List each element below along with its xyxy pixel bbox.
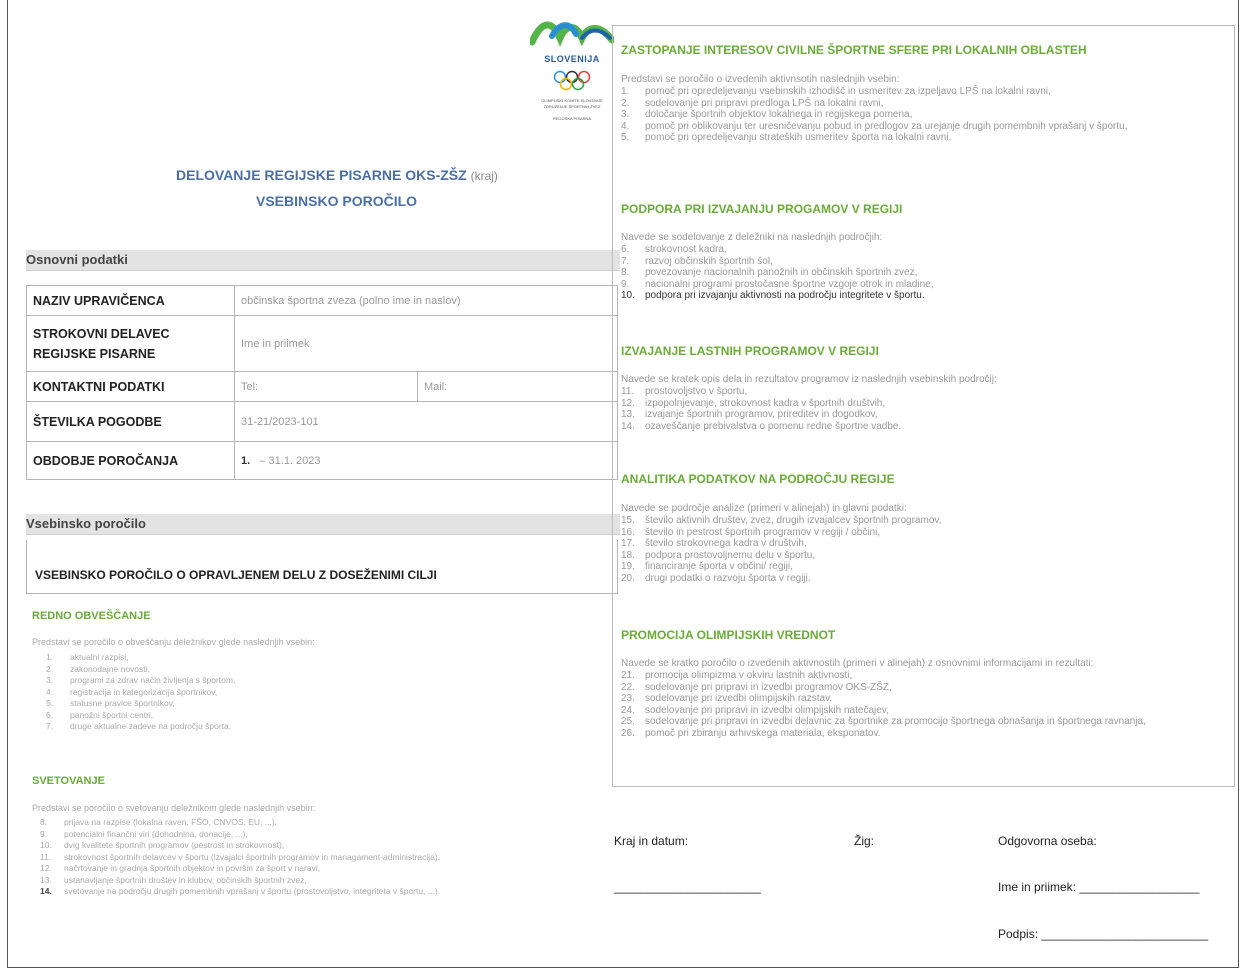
right-document: ZASTOPANJE INTERESOV CIVILNE ŠPORTNE SFE… [612, 25, 1235, 787]
section-zastopanje-title: ZASTOPANJE INTERESOV CIVILNE ŠPORTNE SFE… [621, 43, 1087, 57]
svetovanje-title: SVETOVANJE [32, 775, 105, 787]
section-izvajanje-list: 11. prostovoljstvo v športu, 12. izpopolnj… [621, 386, 1226, 432]
section-podpora-list: 6. strokovnost kadra, 7. razvoj občinskih … [621, 244, 1226, 302]
list-item: 23. sodelovanje pri izvedbi olimpijskih r… [621, 693, 833, 705]
list-item: 11. prostovoljstvo v športu, [621, 386, 748, 397]
section-vsebinsko-porocilo: Vsebinsko poročilo [26, 514, 620, 535]
section-podpora-title: PODPORA PRI IZVAJANJU PROGAMOV V REGIJI [621, 202, 903, 216]
section-podpora-intro: Navede se sodelovanje z deležniki na nas… [621, 232, 883, 243]
list-item: 13. izvajanje športnih programov, priredi… [621, 409, 878, 421]
list-item: 17. število strokovnega kadra v društvih, [621, 538, 807, 550]
list-item: 8. povezovanje nacionalnih panožnih in ob… [621, 267, 918, 279]
row-label: KONTAKTNI PODATKI [26, 371, 235, 402]
list-item: 3. določanje športnih objektov lokalnega … [621, 109, 913, 121]
section-promocija-list: 21. promocija olimpizma v okviru lastnih … [621, 670, 1226, 740]
row-value-tel[interactable]: Tel: [234, 371, 418, 402]
list-item: 11. strokovnost športnih delavcev v šport… [40, 851, 441, 862]
section-promocija-title: PROMOCIJA OLIMPIJSKIH VREDNOT [621, 628, 836, 642]
list-item: 7. razvoj občinskih športnih šol, [621, 255, 773, 267]
section-osnovni-podatki: Osnovni podatki [26, 250, 620, 271]
list-item: 7. druge aktualne zadeve na področju špor… [46, 721, 232, 731]
olympic-rings-icon [553, 70, 591, 91]
row-label: OBDOBJE POROČANJA [26, 441, 235, 480]
document-subtitle: VSEBINSKO POROČILO [256, 193, 418, 209]
logo-waves-icon [530, 21, 614, 47]
list-item: 5. pomoč pri opredeljevanju strateških us… [621, 132, 952, 144]
document-title: DELOVANJE REGIJSKE PISARNE OKS-ZŠZ (kraj… [176, 167, 498, 183]
list-item: 3. programi za zdrav način življenja s šp… [46, 675, 236, 685]
kraj-datum-label: Kraj in datum: [614, 834, 689, 848]
osnovni-podatki-table: NAZIV UPRAVIČENCA občinska športna zveza… [26, 285, 618, 480]
section-izvajanje-title: IZVAJANJE LASTNIH PROGRAMOV V REGIJI [621, 344, 879, 358]
left-document: SLOVENIJA OLIMPIJSKI KOMITE SLOVENIJE ZD… [26, 0, 634, 968]
table-row: STROKOVNI DELAVEC REGIJSKE PISARNE Ime i… [26, 315, 618, 372]
table-row: NAZIV UPRAVIČENCA občinska športna zveza… [26, 285, 618, 316]
section-zastopanje-list: 1. pomoč pri opredeljevanju vsebinskih iz… [621, 86, 1226, 144]
row-value[interactable]: 31-21/2023-101 [234, 401, 618, 442]
period-end: – 31.1. 2023 [259, 454, 321, 467]
row-value[interactable]: 1. – 31.1. 2023 [234, 441, 618, 480]
odgovorna-oseba-label: Odgovorna oseba: [998, 834, 1097, 848]
list-item: 14. svetovanje na področju drugih pomembn… [40, 886, 441, 896]
section-izvajanje-intro: Navede se kratek opis dela in rezultatov… [621, 374, 997, 385]
section-analitika-list: 15. število aktivnih društev, zvez, drugi… [621, 515, 1226, 585]
list-item: 12. načrtovanje in gradnja športnih objek… [40, 863, 321, 873]
podpis-field[interactable]: Podpis: _________________________ [998, 927, 1208, 941]
list-item: 6. strokovnost kadra, [621, 244, 727, 255]
section-zastopanje-intro: Predstavi se poročilo o izvedenih aktivn… [621, 74, 900, 85]
list-item: 19. financiranje športa v občini/ regiji, [621, 561, 793, 573]
title-main: DELOVANJE REGIJSKE PISARNE OKS-ZŠZ [176, 167, 467, 183]
svetovanje-list: 8. prijava na razpise (lokalna raven, FŠO… [40, 817, 440, 898]
list-item: 13. ustanavljanje športnih društev in klu… [40, 874, 307, 885]
row-value-mail[interactable]: Mail: [417, 371, 618, 402]
row-label: NAZIV UPRAVIČENCA [26, 285, 235, 316]
list-item: 16. število in pestrost športnih programo… [621, 526, 881, 538]
list-item: 10. podpora pri izvajanju aktivnosti na p… [621, 290, 925, 302]
list-item: 14. ozaveščanje prebivalstva o pomenu red… [621, 420, 902, 432]
list-item: 25. sodelovanje pri pripravi in izvedbi d… [621, 716, 1146, 728]
table-row: OBDOBJE POROČANJA 1. – 31.1. 2023 [26, 441, 618, 480]
row-label: STROKOVNI DELAVEC REGIJSKE PISARNE [26, 315, 235, 372]
title-kraj: (kraj) [470, 169, 498, 183]
kraj-datum-field[interactable]: ______________________ [614, 880, 761, 894]
list-item: 1. pomoč pri opredeljevanju vsebinskih iz… [621, 86, 1051, 97]
list-item: 1. aktualni razpisi, [46, 652, 129, 662]
list-item: 18. podpora prostovoljnemu delu v športu, [621, 549, 816, 561]
list-item: 5. statusne pravice športnikov, [46, 698, 175, 708]
list-item: 24. sodelovanje pri pripravi in izvedbi o… [621, 704, 889, 716]
list-item: 12. izpopolnjevanje, strokovnost kadra v … [621, 397, 886, 409]
list-item: 9. potencialni finančni viri (dohodnina, … [40, 828, 248, 839]
redno-list: 1. aktualni razpisi, 2. zakonodajne novost… [46, 652, 235, 733]
table-row: KONTAKTNI PODATKI Tel: Mail: [26, 371, 618, 402]
ime-priimek-field[interactable]: Ime in priimek: __________________ [998, 880, 1199, 894]
list-item: 2. sodelovanje pri pripravi predloga LPŠ … [621, 97, 884, 109]
list-item: 10. dvig kvalitete športnih programov (pe… [40, 840, 285, 850]
redno-obvescanje-title: REDNO OBVEŠČANJE [32, 610, 151, 622]
row-value[interactable]: Ime in priimek [234, 315, 618, 372]
list-item: 26. pomoč pri zbiranju arhivskega materia… [621, 727, 881, 739]
list-item: 22. sodelovanje pri pripravi in izvedbi p… [621, 681, 892, 693]
table-row: ŠTEVILKA POGODBE 31-21/2023-101 [26, 401, 618, 442]
section-analitika-title: ANALITIKA PODATKOV NA PODROČJU REGIJE [621, 472, 895, 486]
svetovanje-intro: Predstavi se poročilo o svetovanju delež… [32, 803, 316, 813]
period-start: 1. [241, 454, 251, 467]
list-item: 4. registracija in kategorizacija športni… [46, 686, 218, 697]
list-item: 2. zakonodajne novosti, [46, 663, 150, 674]
row-value[interactable]: občinska športna zveza (polno ime in nas… [234, 285, 618, 316]
zig-label: Žig: [854, 834, 875, 848]
list-item: 4. pomoč pri oblikovanju ter uresničevanj… [621, 120, 1128, 132]
list-item: 21. promocija olimpizma v okviru lastnih … [621, 670, 853, 681]
vsebinsko-subheading: VSEBINSKO POROČILO O OPRAVLJENEM DELU Z … [26, 540, 618, 594]
redno-intro: Predstavi se poročilo o obveščanju delež… [32, 637, 315, 647]
list-item: 9. nacionalni programi prostočasne športn… [621, 278, 934, 290]
section-promocija-intro: Navede se kratko poročilo o izvedenih ak… [621, 658, 1094, 669]
list-item: 8. prijava na razpise (lokalna raven, FŠO… [40, 817, 278, 827]
list-item: 6. panožni športni centri, [46, 709, 154, 720]
section-analitika-intro: Navede se področje analize (primeri v al… [621, 503, 907, 514]
list-item: 20. drugi podatki o razvoju športa v regi… [621, 572, 811, 584]
row-label: ŠTEVILKA POGODBE [26, 401, 235, 442]
list-item: 15. število aktivnih društev, zvez, drugi… [621, 515, 942, 526]
